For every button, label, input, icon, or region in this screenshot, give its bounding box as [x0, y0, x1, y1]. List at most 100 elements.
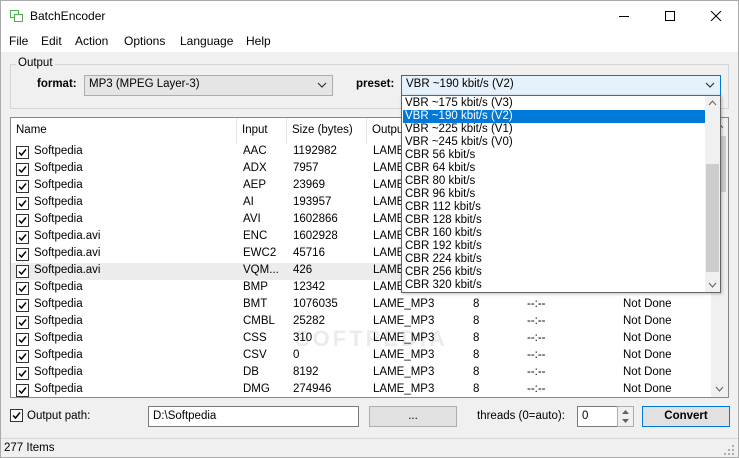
checkmark-icon [18, 149, 27, 157]
cell-input: CMBL [243, 315, 275, 327]
row-checkbox[interactable] [16, 367, 29, 380]
format-label: format: [37, 78, 77, 90]
preset-option[interactable]: CBR 112 kbit/s [403, 201, 705, 214]
preset-option[interactable]: CBR 192 kbit/s [403, 240, 705, 253]
column-header-output[interactable]: Output [367, 118, 403, 144]
preset-option[interactable]: CBR 224 kbit/s [403, 253, 705, 266]
preset-option[interactable]: CBR 56 kbit/s [403, 149, 705, 162]
checkmark-icon [18, 285, 27, 293]
menu-edit[interactable]: Edit [41, 34, 62, 48]
maximize-icon [665, 11, 675, 21]
cell-threads: 8 [473, 366, 480, 378]
chevron-down-icon [317, 82, 327, 88]
scroll-down-icon [708, 282, 717, 288]
cell-name: Softpedia [34, 196, 83, 208]
cell-size: 426 [293, 264, 313, 276]
row-checkbox[interactable] [16, 248, 29, 261]
checkmark-icon [18, 387, 27, 395]
checkmark-icon [12, 412, 21, 420]
row-checkbox[interactable] [16, 384, 29, 397]
close-button[interactable] [693, 1, 739, 31]
row-checkbox[interactable] [16, 316, 29, 329]
cell-input: AEP [243, 179, 267, 191]
preset-option[interactable]: CBR 80 kbit/s [403, 175, 705, 188]
preset-option[interactable]: CBR 96 kbit/s [403, 188, 705, 201]
preset-option[interactable]: CBR 320 kbit/s [403, 279, 705, 292]
threads-field[interactable]: 0 [577, 406, 618, 427]
column-header-name[interactable]: Name [11, 118, 237, 144]
maximize-button[interactable] [647, 1, 693, 31]
table-row[interactable]: Softpedia BMT 1076035 LAME_MP3 8 --:-- Not Don… [11, 297, 711, 314]
menu-file[interactable]: File [9, 34, 28, 48]
cell-time: --:-- [527, 383, 546, 395]
preset-dropdown[interactable]: VBR ~175 kbit/s (V3) VBR ~190 kbit/s (V2)… [401, 95, 721, 293]
table-row[interactable]: Softpedia DMG 274946 LAME_MP3 8 --:-- Not Done [11, 382, 711, 397]
row-checkbox[interactable] [16, 265, 29, 278]
row-checkbox[interactable] [16, 299, 29, 312]
menu-language[interactable]: Language [180, 34, 233, 48]
cell-size: 1602866 [293, 213, 338, 225]
chevron-down-icon [705, 82, 715, 88]
preset-option[interactable]: CBR 256 kbit/s [403, 266, 705, 279]
format-select[interactable]: MP3 (MPEG Layer-3) [84, 75, 333, 96]
browse-button[interactable]: ... [369, 406, 457, 427]
column-header-size[interactable]: Size (bytes) [287, 118, 367, 144]
cell-input: CSV [243, 349, 267, 361]
preset-option[interactable]: CBR 160 kbit/s [403, 227, 705, 240]
minimize-button[interactable] [601, 1, 647, 31]
cell-name: Softpedia [34, 315, 83, 327]
preset-option[interactable]: CBR 128 kbit/s [403, 214, 705, 227]
preset-option[interactable]: VBR ~175 kbit/s (V3) [403, 97, 705, 110]
preset-option[interactable]: CBR 64 kbit/s [403, 162, 705, 175]
format-select-value: MP3 (MPEG Layer-3) [89, 78, 200, 90]
preset-select-value: VBR ~190 kbit/s (V2) [406, 78, 514, 90]
cell-name: Softpedia [34, 179, 83, 191]
cell-size: 8192 [293, 366, 319, 378]
menu-options[interactable]: Options [124, 34, 165, 48]
cell-name: Softpedia [34, 281, 83, 293]
row-checkbox[interactable] [16, 163, 29, 176]
row-checkbox[interactable] [16, 214, 29, 227]
cell-time: --:-- [527, 315, 546, 327]
menu-help[interactable]: Help [246, 34, 271, 48]
convert-button[interactable]: Convert [642, 406, 730, 427]
row-checkbox[interactable] [16, 333, 29, 346]
row-checkbox[interactable] [16, 282, 29, 295]
row-checkbox[interactable] [16, 197, 29, 210]
dropdown-scroll-thumb[interactable] [706, 164, 719, 272]
preset-select[interactable]: VBR ~190 kbit/s (V2) [401, 75, 721, 96]
row-checkbox[interactable] [16, 231, 29, 244]
cell-name: Softpedia [34, 145, 83, 157]
cell-input: DMG [243, 383, 270, 395]
minimize-icon [619, 16, 629, 17]
row-checkbox[interactable] [16, 350, 29, 363]
cell-output: LAME_MP3 [373, 383, 435, 395]
row-checkbox[interactable] [16, 146, 29, 159]
resize-grip-icon[interactable] [723, 444, 735, 456]
cell-name: Softpedia [34, 349, 83, 361]
preset-option[interactable]: VBR ~225 kbit/s (V1) [403, 123, 705, 136]
dropdown-scrollbar[interactable] [705, 96, 720, 292]
close-icon [711, 11, 721, 21]
cell-output: LAME_MP3 [373, 366, 435, 378]
column-header-input[interactable]: Input [237, 118, 287, 144]
cell-threads: 8 [473, 383, 480, 395]
preset-label: preset: [356, 78, 395, 90]
cell-time: --:-- [527, 349, 546, 361]
preset-option[interactable]: VBR ~190 kbit/s (V2) [403, 110, 705, 123]
scroll-up-icon [708, 100, 717, 106]
output-path-checkbox[interactable] [10, 409, 23, 422]
cell-status: Not Done [623, 366, 672, 378]
row-checkbox[interactable] [16, 180, 29, 193]
cell-size: 7957 [293, 162, 319, 174]
table-row[interactable]: Softpedia DB 8192 LAME_MP3 8 --:-- Not Done [11, 365, 711, 382]
checkmark-icon [18, 353, 27, 361]
checkmark-icon [18, 336, 27, 344]
menu-action[interactable]: Action [75, 34, 108, 48]
preset-option[interactable]: VBR ~245 kbit/s (V0) [403, 136, 705, 149]
spin-down-icon [622, 419, 629, 423]
output-group-label: Output [16, 57, 55, 69]
cell-size: 1076035 [293, 298, 338, 310]
output-path-field[interactable]: D:\Softpedia [148, 406, 359, 427]
threads-spinner[interactable] [617, 406, 634, 427]
